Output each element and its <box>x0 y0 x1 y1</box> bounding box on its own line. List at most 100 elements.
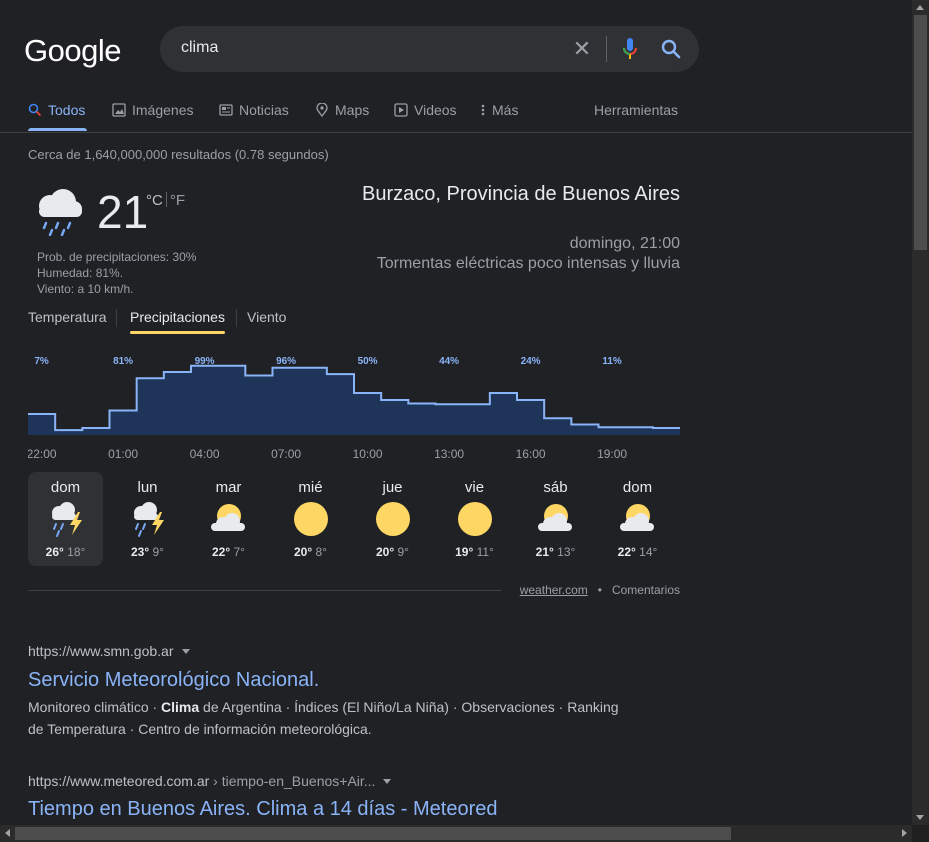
scroll-right-arrow-icon[interactable] <box>902 829 907 837</box>
tab-mas[interactable]: Más <box>480 100 518 120</box>
day-forecast[interactable]: dom 26° 18° <box>28 472 103 566</box>
thunderstorm-icon <box>52 502 82 537</box>
vertical-scrollbar[interactable] <box>912 0 929 825</box>
day-forecast[interactable]: mié 20° 8° <box>273 472 348 566</box>
scrollbar-thumb[interactable] <box>15 827 731 840</box>
day-forecast[interactable]: jue 20° 9° <box>355 472 430 566</box>
search-box[interactable]: clima ✕ <box>160 26 699 72</box>
image-icon <box>112 103 126 117</box>
tab-videos[interactable]: Videos <box>394 100 457 120</box>
tab-label: Noticias <box>239 102 289 118</box>
tab-imagenes[interactable]: Imágenes <box>112 100 193 120</box>
day-forecast[interactable]: lun 23° 9° <box>110 472 185 566</box>
wind: Viento: a 10 km/h. <box>37 282 134 296</box>
play-icon <box>394 103 408 117</box>
thunderstorm-icon <box>134 502 164 537</box>
source-link[interactable]: weather.com <box>520 583 588 597</box>
tab-label: Más <box>492 102 519 118</box>
day-forecast[interactable]: sáb 21° 13° <box>518 472 593 566</box>
google-logo[interactable]: Google <box>24 33 121 69</box>
tab-temperatura[interactable]: Temperatura <box>28 309 107 325</box>
result-title[interactable]: Servicio Meteorológico Nacional. <box>28 669 319 692</box>
day-name: sáb <box>543 479 568 496</box>
chevron-down-icon[interactable] <box>383 779 392 784</box>
precipitation-probability: Prob. de precipitaciones: 30% <box>37 250 197 264</box>
active-weather-tab-indicator <box>130 331 225 334</box>
result-url[interactable]: https://www.smn.gob.ar <box>28 643 190 659</box>
time-tick-label: 07:00 <box>271 447 301 461</box>
precipitation-chart: 7% 81% 99% 96% 50% 44% 24% 11% 22:00 01:00 04:00 07… <box>28 356 680 461</box>
horizontal-scrollbar[interactable] <box>0 825 912 842</box>
scroll-left-arrow-icon[interactable] <box>5 829 10 837</box>
source-divider <box>28 590 501 591</box>
unit-divider <box>165 192 167 207</box>
day-high: 26° <box>45 545 64 559</box>
day-low: 8° <box>315 545 327 559</box>
feedback-link[interactable]: Comentarios <box>612 583 680 597</box>
unit-celsius[interactable]: °C <box>146 192 163 209</box>
weather-tab-divider <box>116 309 117 327</box>
day-high: 20° <box>376 545 395 559</box>
tab-label: Maps <box>335 102 370 118</box>
tab-label: Videos <box>414 102 457 118</box>
precip-value-label: 96% <box>276 356 296 367</box>
weather-source: weather.com • Comentarios <box>520 583 680 597</box>
snippet-text: Monitoreo climático · <box>28 699 162 715</box>
tab-precipitaciones[interactable]: Precipitaciones <box>130 309 225 325</box>
scrollbar-thumb[interactable] <box>914 15 927 250</box>
microphone-icon[interactable] <box>621 37 639 61</box>
news-icon <box>219 104 233 116</box>
humidity: Humedad: 81%. <box>37 266 124 280</box>
tools-button[interactable]: Herramientas <box>594 100 678 120</box>
result-title[interactable]: Tiempo en Buenos Aires. Clima a 14 días … <box>28 798 498 821</box>
scroll-down-arrow-icon[interactable] <box>916 815 924 820</box>
weather-datetime: domingo, 21:00 <box>569 235 680 252</box>
chevron-down-icon[interactable] <box>181 649 190 654</box>
weather-details: Prob. de precipitaciones: 30% Humedad: 8… <box>37 249 196 297</box>
time-tick-label: 13:00 <box>434 447 464 461</box>
rain-cloud-icon <box>39 189 82 236</box>
tab-label: Imágenes <box>132 102 194 118</box>
day-low: 18° <box>67 545 86 559</box>
day-high: 22° <box>617 545 636 559</box>
day-temps: 20° 8° <box>273 545 348 559</box>
day-forecast[interactable]: vie 19° 11° <box>437 472 512 566</box>
day-name: mar <box>215 479 242 496</box>
search-input[interactable]: clima <box>181 39 218 57</box>
map-pin-icon <box>316 103 328 117</box>
day-temps: 21° 13° <box>518 545 593 559</box>
bullet: • <box>597 583 602 597</box>
scroll-up-arrow-icon[interactable] <box>916 5 924 10</box>
sunny-icon <box>458 502 492 536</box>
result-url[interactable]: https://www.meteored.com.ar › tiempo-en_… <box>28 773 392 789</box>
day-high: 20° <box>294 545 313 559</box>
tab-viento[interactable]: Viento <box>247 309 286 325</box>
search-icon[interactable] <box>660 38 682 60</box>
day-temps: 26° 18° <box>28 545 103 559</box>
tab-noticias[interactable]: Noticias <box>219 100 289 120</box>
tab-label: Todos <box>48 102 86 118</box>
sunny-icon <box>294 502 328 536</box>
day-forecast[interactable]: mar 22° 7° <box>191 472 266 566</box>
day-low: 9° <box>397 545 409 559</box>
current-temperature: 21 <box>97 186 149 238</box>
day-temps: 23° 9° <box>110 545 185 559</box>
clear-icon[interactable]: ✕ <box>572 38 592 60</box>
partly-cloudy-icon <box>538 504 572 531</box>
search-icon <box>28 103 42 117</box>
precip-value-label: 99% <box>195 356 215 367</box>
sunny-icon <box>376 502 410 536</box>
day-name: mié <box>298 479 323 496</box>
day-name: dom <box>622 479 653 496</box>
time-tick-label: 10:00 <box>353 447 383 461</box>
day-low: 14° <box>639 545 658 559</box>
tab-maps[interactable]: Maps <box>315 100 369 120</box>
precip-value-label: 24% <box>521 356 541 367</box>
day-low: 7° <box>233 545 245 559</box>
tab-todos[interactable]: Todos <box>28 100 85 120</box>
day-low: 9° <box>152 545 164 559</box>
day-forecast[interactable]: dom 22° 14° <box>600 472 675 566</box>
weather-location: Burzaco, Provincia de Buenos Aires <box>362 183 680 205</box>
unit-fahrenheit[interactable]: °F <box>170 192 185 209</box>
active-tab-indicator <box>28 128 87 131</box>
